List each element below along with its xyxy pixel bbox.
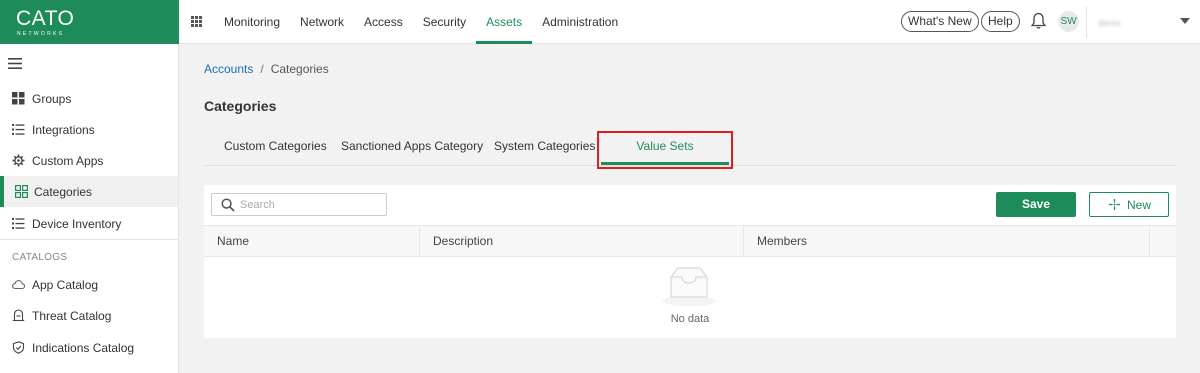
cato-logo[interactable]: CATO NETWORKS	[0, 0, 179, 44]
sidebar-item-app-catalog[interactable]: App Catalog	[0, 269, 178, 300]
logo-subtitle: NETWORKS	[17, 31, 65, 37]
hamburger-icon[interactable]	[8, 58, 22, 69]
sidebar-item-label: App Catalog	[32, 278, 99, 292]
search-icon	[221, 198, 235, 212]
tab-system-categories[interactable]: System Categories	[494, 128, 595, 165]
nav-administration[interactable]: Administration	[532, 0, 628, 44]
sidebar-section-catalogs: CATALOGS	[12, 252, 68, 263]
table-header: Name Description Members	[204, 225, 1176, 257]
search-box[interactable]	[211, 193, 387, 216]
column-header-description[interactable]: Description	[420, 226, 744, 256]
help-button[interactable]: Help	[981, 11, 1020, 32]
avatar[interactable]: SW	[1058, 11, 1079, 32]
highlight-annotation	[597, 131, 733, 169]
breadcrumb-current: Categories	[270, 62, 329, 76]
bell-icon[interactable]	[1031, 12, 1046, 30]
sidebar-item-custom-apps[interactable]: Custom Apps	[0, 145, 178, 176]
sidebar-item-integrations[interactable]: Integrations	[0, 114, 178, 145]
nav-network[interactable]: Network	[290, 0, 354, 44]
sidebar-item-threat-catalog[interactable]: Threat Catalog	[0, 300, 178, 331]
top-bar: CATO NETWORKS Monitoring Network Access …	[0, 0, 1200, 44]
cloud-icon	[12, 280, 25, 290]
nav-assets[interactable]: Assets	[476, 0, 533, 44]
sidebar-item-label: Indications Catalog	[32, 341, 135, 355]
tab-custom-categories[interactable]: Custom Categories	[224, 128, 327, 165]
sidebar: Groups Integrations Custom Apps Categori…	[0, 44, 179, 373]
sidebar-item-indications-catalog[interactable]: Indications Catalog	[0, 332, 178, 363]
page-title: Categories	[204, 98, 277, 114]
breadcrumb: Accounts / Categories	[204, 62, 329, 76]
empty-state-text: No data	[670, 313, 710, 325]
sidebar-divider	[0, 239, 178, 240]
header-divider	[1086, 6, 1087, 38]
new-button-label: New	[1127, 198, 1152, 212]
shield-icon	[12, 341, 25, 354]
account-name[interactable]: demo	[1098, 18, 1121, 28]
search-input[interactable]	[240, 196, 382, 213]
save-button[interactable]: Save	[996, 192, 1076, 217]
threat-icon	[12, 309, 25, 322]
grid-icon	[12, 92, 25, 105]
nav-security[interactable]: Security	[413, 0, 476, 44]
main-nav: Monitoring Network Access Security Asset…	[214, 0, 628, 44]
sidebar-item-categories[interactable]: Categories	[0, 176, 178, 207]
gear-icon	[12, 154, 25, 167]
sidebar-item-label: Device Inventory	[32, 217, 122, 231]
breadcrumb-separator: /	[260, 62, 264, 76]
column-header-name[interactable]: Name	[204, 226, 420, 256]
sidebar-item-groups[interactable]: Groups	[0, 83, 178, 114]
categories-icon	[15, 185, 28, 198]
plus-icon	[1109, 199, 1120, 210]
logo-wordmark: CATO	[16, 7, 75, 30]
nav-access[interactable]: Access	[354, 0, 413, 44]
new-button[interactable]: New	[1089, 192, 1169, 217]
value-sets-panel: Save New Name Description Members No dat…	[204, 185, 1176, 338]
apps-grid-icon[interactable]	[191, 16, 202, 27]
whats-new-button[interactable]: What's New	[901, 11, 979, 32]
sidebar-item-label: Threat Catalog	[32, 309, 112, 323]
sidebar-item-label: Groups	[32, 92, 72, 106]
sidebar-item-label: Categories	[34, 185, 93, 199]
empty-inbox-icon	[662, 267, 716, 306]
list-icon	[12, 218, 25, 229]
nav-monitoring[interactable]: Monitoring	[214, 0, 290, 44]
sidebar-item-label: Custom Apps	[32, 154, 104, 168]
sidebar-item-label: Integrations	[32, 123, 95, 137]
column-header-members[interactable]: Members	[744, 226, 1150, 256]
sidebar-item-device-inventory[interactable]: Device Inventory	[0, 208, 178, 239]
list-icon	[12, 124, 25, 135]
breadcrumb-accounts-link[interactable]: Accounts	[204, 62, 253, 76]
caret-down-icon[interactable]	[1180, 18, 1190, 24]
tab-sanctioned-apps-category[interactable]: Sanctioned Apps Category	[341, 128, 483, 165]
